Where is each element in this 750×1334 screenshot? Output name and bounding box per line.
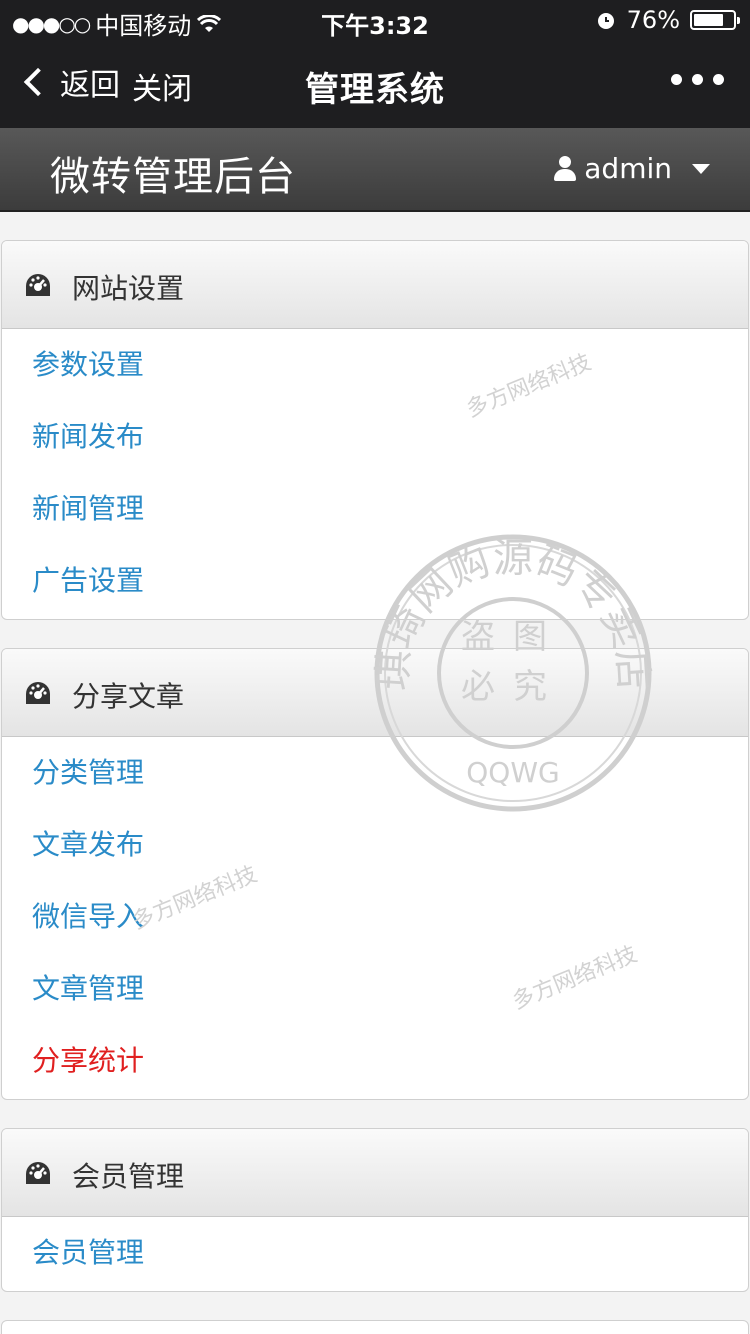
battery-icon bbox=[690, 10, 740, 30]
battery-fill bbox=[694, 14, 723, 26]
panel-header[interactable]: 会员管理 bbox=[2, 1129, 748, 1217]
panel-next-partial bbox=[1, 1320, 749, 1334]
panel-title: 网站设置 bbox=[72, 272, 185, 305]
panel-header[interactable]: 分享文章 bbox=[2, 649, 748, 737]
panel-title: 分享文章 bbox=[72, 680, 185, 713]
battery-percent: 76% bbox=[626, 6, 680, 34]
menu-link-member-manage[interactable]: 会员管理 bbox=[2, 1217, 748, 1289]
status-right: 76% bbox=[595, 6, 740, 34]
more-dot-icon bbox=[713, 74, 724, 85]
dashboard-icon bbox=[26, 682, 50, 704]
nav-bar: 返回 关闭 管理系统 bbox=[0, 40, 750, 128]
panel-header[interactable]: 网站设置 bbox=[2, 241, 748, 329]
more-dot-icon bbox=[692, 74, 703, 85]
user-icon bbox=[554, 155, 577, 182]
menu-link-share-stats[interactable]: 分享统计 bbox=[2, 1025, 748, 1097]
dashboard-icon bbox=[26, 1162, 50, 1184]
menu-link-article-publish[interactable]: 文章发布 bbox=[2, 809, 748, 881]
alarm-icon bbox=[597, 13, 614, 29]
panel-title: 会员管理 bbox=[72, 1160, 185, 1193]
menu-link-params[interactable]: 参数设置 bbox=[2, 329, 748, 401]
app-header: 微转管理后台 admin bbox=[0, 128, 750, 212]
dashboard-icon bbox=[26, 274, 50, 296]
nav-title: 管理系统 bbox=[305, 70, 445, 110]
menu-link-ads[interactable]: 广告设置 bbox=[2, 545, 748, 617]
app-brand[interactable]: 微转管理后台 bbox=[50, 144, 296, 202]
more-button[interactable] bbox=[671, 74, 724, 85]
menu-link-news-publish[interactable]: 新闻发布 bbox=[2, 401, 748, 473]
status-bar: ●●●○○ 中国移动 下午3:32 76% bbox=[0, 0, 750, 40]
menu-link-wechat-import[interactable]: 微信导入 bbox=[2, 881, 748, 953]
menu-link-categories[interactable]: 分类管理 bbox=[2, 737, 748, 809]
menu-link-article-manage[interactable]: 文章管理 bbox=[2, 953, 748, 1025]
panel-share-articles: 分享文章 分类管理 文章发布 微信导入 文章管理 分享统计 bbox=[1, 648, 749, 1100]
caret-down-icon bbox=[692, 164, 710, 174]
user-menu[interactable]: admin bbox=[554, 152, 710, 185]
username: admin bbox=[584, 152, 672, 185]
panel-site-settings: 网站设置 参数设置 新闻发布 新闻管理 广告设置 bbox=[1, 240, 749, 620]
panel-members: 会员管理 会员管理 bbox=[1, 1128, 749, 1292]
more-dot-icon bbox=[671, 74, 682, 85]
menu-link-news-manage[interactable]: 新闻管理 bbox=[2, 473, 748, 545]
